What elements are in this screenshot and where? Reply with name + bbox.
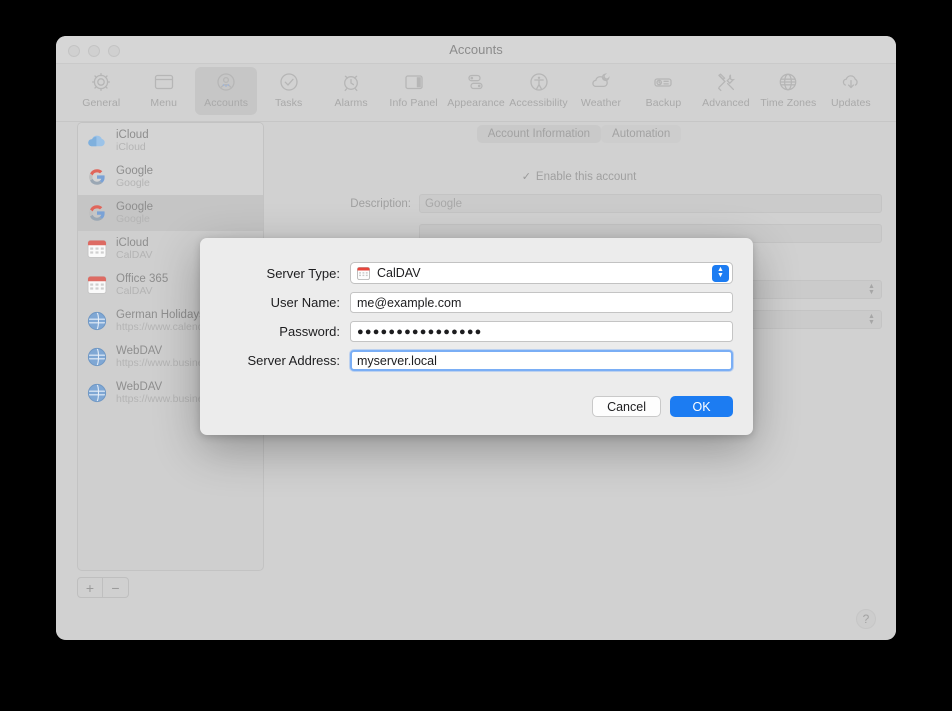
dialog-buttons: Cancel OK xyxy=(592,396,733,417)
toolbar-item-label: Menu xyxy=(150,97,177,109)
toolbar-item-appearance[interactable]: Appearance xyxy=(445,67,507,115)
toolbar-item-menu[interactable]: Menu xyxy=(132,67,194,115)
server-type-value: CalDAV xyxy=(377,266,421,280)
toolbar-item-label: Accessibility xyxy=(509,97,567,109)
preferences-toolbar: General Menu Accounts Tasks Alarms Info Panel… xyxy=(56,64,896,122)
account-title: Google xyxy=(116,165,153,178)
toolbar-item-label: Backup xyxy=(646,97,682,109)
server-address-row: Server Address: myserver.local xyxy=(220,350,733,371)
window-icon xyxy=(151,70,177,94)
toolbar-item-label: Accounts xyxy=(204,97,248,109)
account-title: Office 365 xyxy=(116,273,168,286)
webdav-icon xyxy=(86,346,108,368)
toolbar-item-general[interactable]: General xyxy=(70,67,132,115)
webdav-icon xyxy=(86,382,108,404)
tab-automation[interactable]: Automation xyxy=(601,125,681,143)
account-title: iCloud xyxy=(116,237,153,250)
user-name-input[interactable]: me@example.com xyxy=(350,292,733,313)
user-name-label: User Name: xyxy=(220,295,350,310)
account-row[interactable]: GoogleGoogle xyxy=(78,159,263,195)
password-input[interactable]: ●●●●●●●●●●●●●●●● xyxy=(350,321,733,342)
account-title: Google xyxy=(116,201,153,214)
google-icon xyxy=(86,166,108,188)
enable-account-row[interactable]: ✓ Enable this account xyxy=(276,170,882,183)
password-row: Password: ●●●●●●●●●●●●●●●● xyxy=(220,321,733,342)
account-subtitle: iCloud xyxy=(116,142,149,154)
enable-account-label: Enable this account xyxy=(536,171,636,183)
gear-icon xyxy=(88,70,114,94)
toolbar-item-advanced[interactable]: Advanced xyxy=(695,67,757,115)
account-subtitle: CalDAV xyxy=(116,286,168,298)
account-row[interactable]: iCloudiCloud xyxy=(78,123,263,159)
user-name-row: User Name: me@example.com xyxy=(220,292,733,313)
icloud-icon xyxy=(86,130,108,152)
toolbar-item-label: Info Panel xyxy=(389,97,437,109)
screen: Accounts General Menu Accounts Tasks Alarms I… xyxy=(0,0,952,711)
toolbar-item-updates[interactable]: Updates xyxy=(820,67,882,115)
window-title: Accounts xyxy=(56,42,896,57)
toolbar-item-label: Tasks xyxy=(275,97,302,109)
alarm-clock-icon xyxy=(338,70,364,94)
globe-icon xyxy=(775,70,801,94)
toggles-icon xyxy=(463,70,489,94)
toolbar-item-label: Time Zones xyxy=(760,97,816,109)
webdav-icon xyxy=(86,310,108,332)
toolbar-item-time-zones[interactable]: Time Zones xyxy=(757,67,819,115)
toolbar-item-backup[interactable]: Backup xyxy=(632,67,694,115)
accounts-list-buttons: + − xyxy=(77,577,129,598)
description-input[interactable]: Google xyxy=(419,194,882,213)
password-label: Password: xyxy=(220,324,350,339)
account-subtitle: Google xyxy=(116,178,153,190)
chevron-updown-icon[interactable]: ▲▼ xyxy=(712,265,729,282)
toolbar-item-tasks[interactable]: Tasks xyxy=(257,67,319,115)
cloud-moon-icon xyxy=(588,70,614,94)
server-address-label: Server Address: xyxy=(220,353,350,368)
sidebar-panel-icon xyxy=(401,70,427,94)
accessibility-icon xyxy=(526,70,552,94)
google-icon xyxy=(86,202,108,224)
backup-drive-icon xyxy=(650,70,676,94)
toolbar-item-label: Updates xyxy=(831,97,871,109)
ok-button[interactable]: OK xyxy=(670,396,733,417)
user-circle-icon xyxy=(213,70,239,94)
checkmark-icon: ✓ xyxy=(522,170,531,183)
check-circle-icon xyxy=(276,70,302,94)
toolbar-item-label: Appearance xyxy=(447,97,505,109)
remove-account-button[interactable]: − xyxy=(103,577,129,598)
toolbar-item-accessibility[interactable]: Accessibility xyxy=(507,67,569,115)
toolbar-item-label: Advanced xyxy=(702,97,750,109)
cancel-button[interactable]: Cancel xyxy=(592,396,661,417)
tab-account-information[interactable]: Account Information xyxy=(477,125,601,143)
pane-tabs: Account Information Automation xyxy=(276,122,882,143)
cloud-download-icon xyxy=(838,70,864,94)
server-type-row: Server Type: CalDAV ▲▼ xyxy=(220,262,733,284)
account-row[interactable]: GoogleGoogle xyxy=(78,195,263,231)
chevron-updown-icon[interactable]: ▲▼ xyxy=(867,283,876,296)
account-subtitle: CalDAV xyxy=(116,250,153,262)
toolbar-item-label: Alarms xyxy=(334,97,367,109)
toolbar-item-accounts[interactable]: Accounts xyxy=(195,67,257,115)
toolbar-item-alarms[interactable]: Alarms xyxy=(320,67,382,115)
account-title: iCloud xyxy=(116,129,149,142)
calendar-icon xyxy=(86,238,108,260)
calendar-icon xyxy=(357,267,370,280)
server-address-input[interactable]: myserver.local xyxy=(350,350,733,371)
toolbar-item-label: General xyxy=(82,97,120,109)
account-credentials-dialog: Server Type: CalDAV ▲▼ xyxy=(200,238,753,435)
description-row: Description: Google xyxy=(276,194,882,213)
calendar-icon xyxy=(86,274,108,296)
toolbar-item-weather[interactable]: Weather xyxy=(570,67,632,115)
toolbar-item-label: Weather xyxy=(581,97,621,109)
server-type-popup[interactable]: CalDAV ▲▼ xyxy=(350,262,733,284)
chevron-updown-icon[interactable]: ▲▼ xyxy=(867,313,876,326)
account-subtitle: Google xyxy=(116,214,153,226)
server-type-label: Server Type: xyxy=(220,266,350,281)
title-bar: Accounts xyxy=(56,36,896,64)
description-label: Description: xyxy=(276,198,419,210)
help-button[interactable]: ? xyxy=(856,609,876,629)
toolbar-item-info-panel[interactable]: Info Panel xyxy=(382,67,444,115)
tools-icon xyxy=(713,70,739,94)
add-account-button[interactable]: + xyxy=(77,577,103,598)
